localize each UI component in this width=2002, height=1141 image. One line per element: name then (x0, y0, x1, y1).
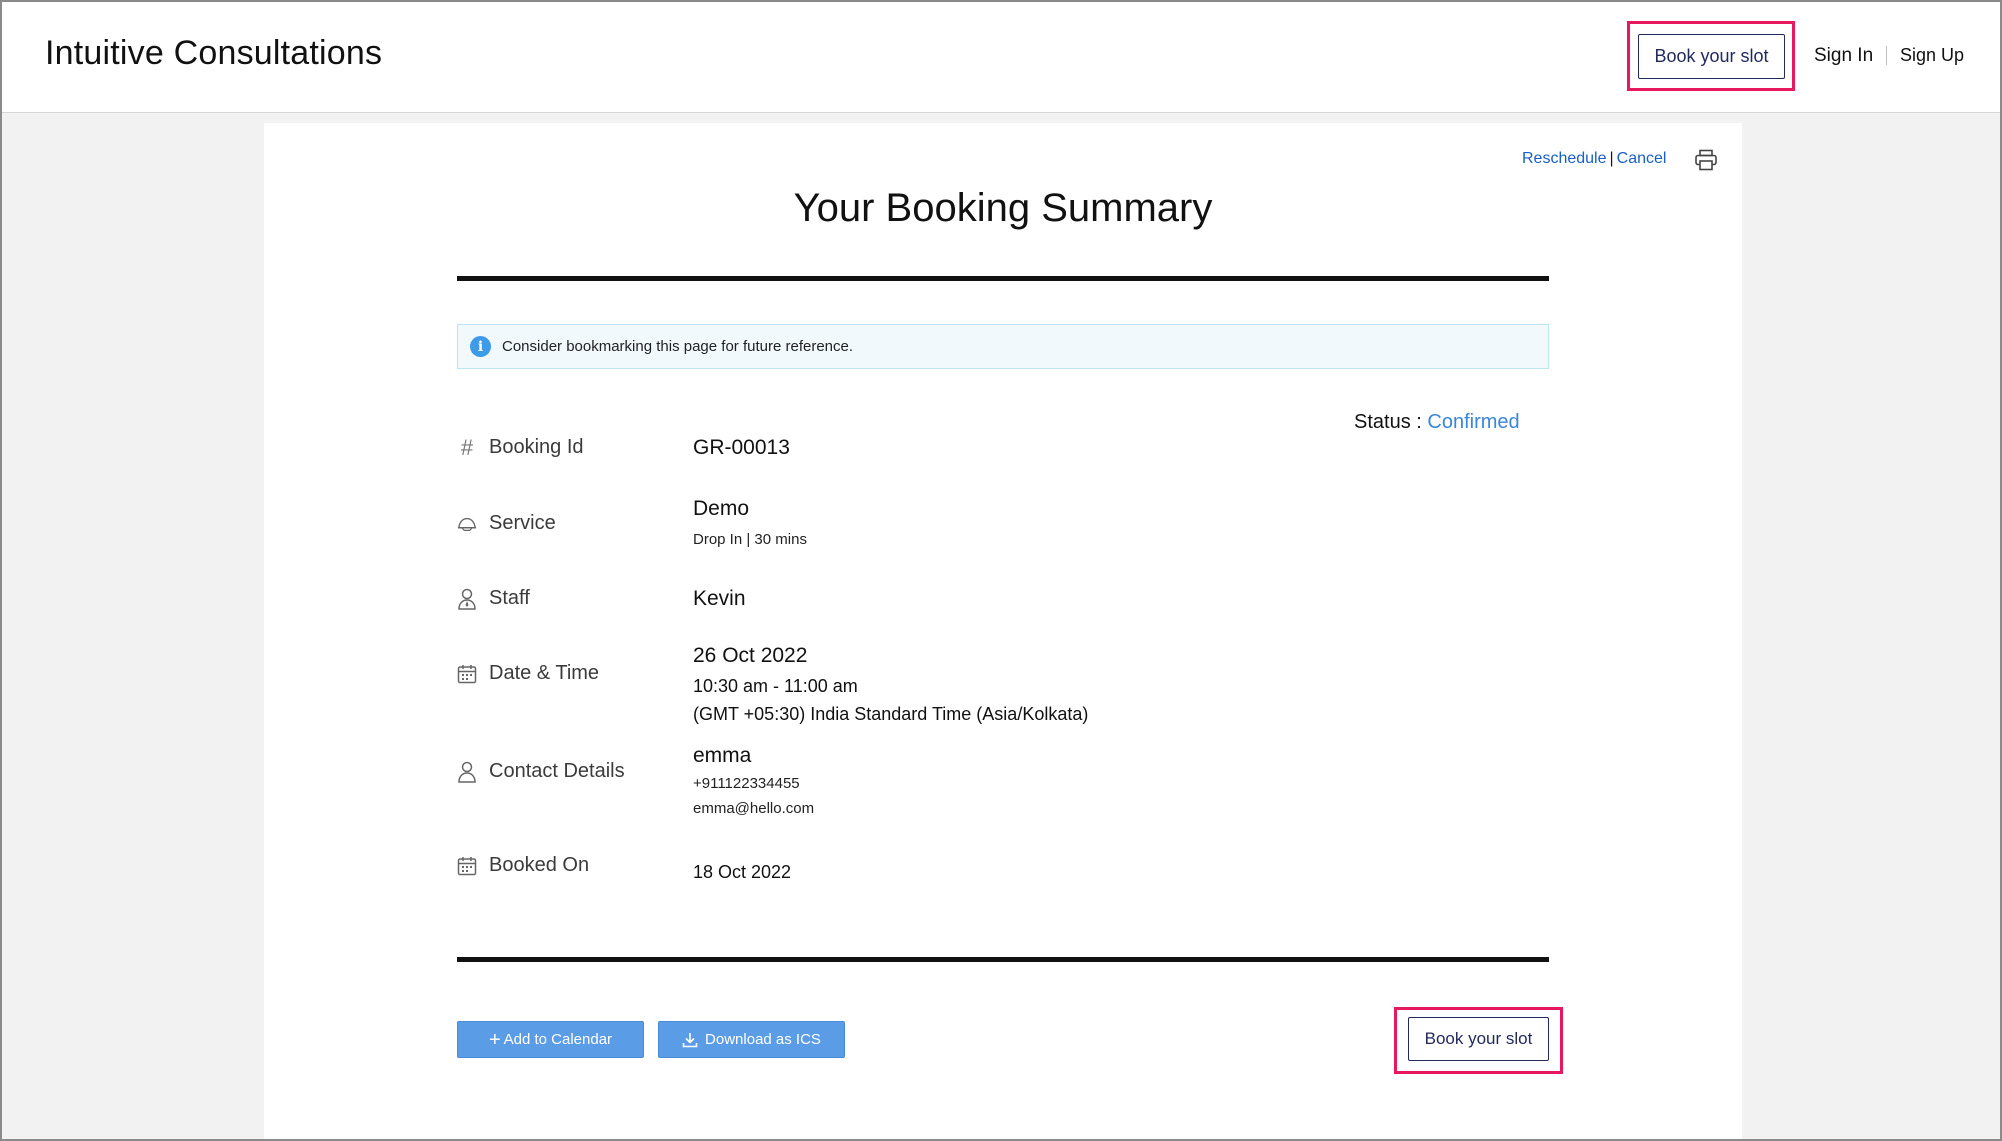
booking-timezone: (GMT +05:30) India Standard Time (Asia/K… (693, 704, 1089, 724)
status-value: Confirmed (1427, 411, 1520, 433)
brand-name: Intuitive Consultations (45, 34, 383, 72)
status-label: Status : (1354, 411, 1422, 433)
add-to-calendar-button[interactable]: + Add to Calendar (457, 1021, 644, 1058)
download-ics-button[interactable]: Download as ICS (658, 1021, 845, 1058)
booking-time: 10:30 am - 11:00 am (693, 676, 858, 696)
book-slot-button-footer[interactable]: Book your slot (1408, 1017, 1549, 1061)
book-slot-button-header[interactable]: Book your slot (1638, 34, 1785, 79)
booked-on-label: Booked On (489, 854, 590, 876)
header-divider (1886, 46, 1887, 65)
service-details: Drop In | 30 mins (693, 531, 807, 548)
calendar-icon (457, 664, 477, 684)
booking-id-label-row: # Booking Id (457, 434, 584, 460)
contact-label: Contact Details (489, 760, 625, 782)
bookmark-notice-text: Consider bookmarking this page for futur… (502, 338, 854, 355)
page-title: Your Booking Summary (793, 186, 1213, 230)
service-icon (457, 514, 477, 534)
service-label: Service (489, 512, 556, 534)
sign-up-link[interactable]: Sign Up (1900, 45, 1964, 66)
date-time-label: Date & Time (489, 662, 600, 684)
cancel-link[interactable]: Cancel (1617, 150, 1667, 167)
bottom-divider (457, 957, 1549, 962)
contact-name: emma (693, 744, 752, 767)
page-frame: Intuitive Consultations Book your slot S… (0, 0, 2002, 1141)
download-ics-label: Download as ICS (705, 1031, 821, 1048)
calendar-icon (457, 856, 477, 876)
booking-id-label: Booking Id (489, 436, 584, 458)
hash-icon: # (460, 434, 474, 460)
booking-actions-links: Reschedule | Cancel (1522, 150, 1666, 168)
link-separator: | (1609, 150, 1614, 167)
reschedule-link[interactable]: Reschedule (1522, 150, 1607, 167)
user-icon (457, 761, 477, 783)
booking-id-value: GR-00013 (693, 436, 790, 459)
booking-date: 26 Oct 2022 (693, 644, 808, 667)
bookmark-notice: i Consider bookmarking this page for fut… (457, 324, 1549, 369)
print-icon[interactable] (1694, 149, 1718, 171)
staff-label: Staff (489, 587, 530, 609)
add-to-calendar-label: Add to Calendar (503, 1031, 613, 1048)
staff-value: Kevin (693, 587, 746, 610)
booked-on-value: 18 Oct 2022 (693, 862, 792, 882)
staff-label-row: Staff (457, 587, 530, 610)
sign-in-link[interactable]: Sign In (1814, 45, 1873, 67)
download-icon (682, 1032, 698, 1047)
plus-icon: + (488, 1028, 501, 1051)
booked-on-label-row: Booked On (457, 854, 589, 877)
contact-label-row: Contact Details (457, 760, 625, 783)
info-icon: i (470, 336, 491, 357)
contact-email: emma@hello.com (693, 800, 815, 817)
top-header: Intuitive Consultations Book your slot S… (2, 2, 2000, 113)
booking-status: Status : Confirmed (1354, 411, 1520, 434)
service-label-row: Service (457, 512, 556, 535)
top-divider (457, 276, 1549, 281)
service-name: Demo (693, 497, 750, 520)
date-time-label-row: Date & Time (457, 662, 599, 685)
contact-phone: +911122334455 (693, 775, 800, 792)
staff-icon (457, 588, 477, 610)
